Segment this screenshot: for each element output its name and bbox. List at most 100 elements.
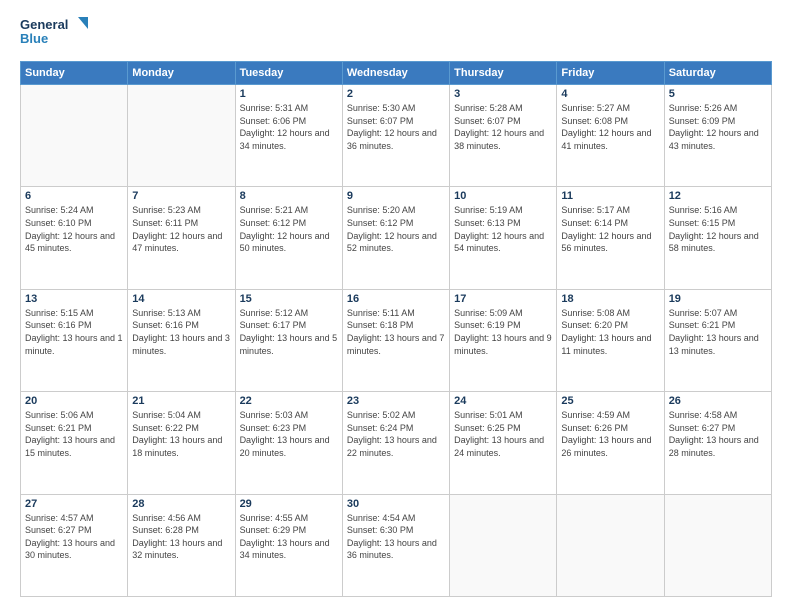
day-info: Sunrise: 5:27 AM Sunset: 6:08 PM Dayligh… xyxy=(561,102,659,152)
calendar-cell: 14 Sunrise: 5:13 AM Sunset: 6:16 PM Dayli… xyxy=(128,289,235,391)
weekday-header-row: SundayMondayTuesdayWednesdayThursdayFrid… xyxy=(21,62,772,85)
svg-text:Blue: Blue xyxy=(20,31,48,46)
day-info: Sunrise: 5:26 AM Sunset: 6:09 PM Dayligh… xyxy=(669,102,767,152)
day-info: Sunrise: 5:24 AM Sunset: 6:10 PM Dayligh… xyxy=(25,204,123,254)
day-number: 23 xyxy=(347,395,445,407)
weekday-header-sunday: Sunday xyxy=(21,62,128,85)
weekday-header-saturday: Saturday xyxy=(664,62,771,85)
calendar-cell: 9 Sunrise: 5:20 AM Sunset: 6:12 PM Daylig… xyxy=(342,187,449,289)
calendar-cell: 3Sunrise: 5:28 AM Sunset: 6:07 PM Daylig… xyxy=(450,85,557,187)
day-info: Sunrise: 4:54 AM Sunset: 6:30 PM Dayligh… xyxy=(347,512,445,562)
svg-text:General: General xyxy=(20,17,68,32)
calendar-cell: 13 Sunrise: 5:15 AM Sunset: 6:16 PM Dayli… xyxy=(21,289,128,391)
day-info: Sunrise: 5:04 AM Sunset: 6:22 PM Dayligh… xyxy=(132,409,230,459)
day-info: Sunrise: 5:06 AM Sunset: 6:21 PM Dayligh… xyxy=(25,409,123,459)
calendar-cell: 17 Sunrise: 5:09 AM Sunset: 6:19 PM Dayli… xyxy=(450,289,557,391)
calendar-cell: 28 Sunrise: 4:56 AM Sunset: 6:28 PM Dayli… xyxy=(128,494,235,596)
weekday-header-friday: Friday xyxy=(557,62,664,85)
day-info: Sunrise: 5:20 AM Sunset: 6:12 PM Dayligh… xyxy=(347,204,445,254)
day-info: Sunrise: 5:09 AM Sunset: 6:19 PM Dayligh… xyxy=(454,307,552,357)
day-info: Sunrise: 5:02 AM Sunset: 6:24 PM Dayligh… xyxy=(347,409,445,459)
day-info: Sunrise: 5:23 AM Sunset: 6:11 PM Dayligh… xyxy=(132,204,230,254)
calendar-cell: 2 Sunrise: 5:30 AM Sunset: 6:07 PM Daylig… xyxy=(342,85,449,187)
calendar-week-row: 27 Sunrise: 4:57 AM Sunset: 6:27 PM Dayli… xyxy=(21,494,772,596)
day-number: 29 xyxy=(240,498,338,510)
calendar-cell: 8 Sunrise: 5:21 AM Sunset: 6:12 PM Daylig… xyxy=(235,187,342,289)
calendar-cell xyxy=(128,85,235,187)
day-number: 13 xyxy=(25,293,123,305)
day-info: Sunrise: 5:31 AM Sunset: 6:06 PM Dayligh… xyxy=(240,102,338,152)
logo: GeneralBlue xyxy=(20,15,100,51)
day-number: 17 xyxy=(454,293,552,305)
day-info: Sunrise: 4:56 AM Sunset: 6:28 PM Dayligh… xyxy=(132,512,230,562)
day-info: Sunrise: 5:13 AM Sunset: 6:16 PM Dayligh… xyxy=(132,307,230,357)
calendar-cell: 15 Sunrise: 5:12 AM Sunset: 6:17 PM Dayli… xyxy=(235,289,342,391)
day-info: Sunrise: 5:16 AM Sunset: 6:15 PM Dayligh… xyxy=(669,204,767,254)
calendar-cell: 26Sunrise: 4:58 AM Sunset: 6:27 PM Dayli… xyxy=(664,392,771,494)
day-number: 19 xyxy=(669,293,767,305)
day-number: 1 xyxy=(240,88,338,100)
day-number: 21 xyxy=(132,395,230,407)
weekday-header-thursday: Thursday xyxy=(450,62,557,85)
calendar-table: SundayMondayTuesdayWednesdayThursdayFrid… xyxy=(20,61,772,597)
day-info: Sunrise: 5:17 AM Sunset: 6:14 PM Dayligh… xyxy=(561,204,659,254)
day-info: Sunrise: 5:15 AM Sunset: 6:16 PM Dayligh… xyxy=(25,307,123,357)
calendar-cell: 7 Sunrise: 5:23 AM Sunset: 6:11 PM Daylig… xyxy=(128,187,235,289)
day-info: Sunrise: 5:30 AM Sunset: 6:07 PM Dayligh… xyxy=(347,102,445,152)
calendar-cell: 12 Sunrise: 5:16 AM Sunset: 6:15 PM Dayli… xyxy=(664,187,771,289)
day-info: Sunrise: 4:57 AM Sunset: 6:27 PM Dayligh… xyxy=(25,512,123,562)
day-number: 30 xyxy=(347,498,445,510)
day-info: Sunrise: 5:21 AM Sunset: 6:12 PM Dayligh… xyxy=(240,204,338,254)
day-info: Sunrise: 5:07 AM Sunset: 6:21 PM Dayligh… xyxy=(669,307,767,357)
day-number: 14 xyxy=(132,293,230,305)
weekday-header-wednesday: Wednesday xyxy=(342,62,449,85)
header: GeneralBlue xyxy=(20,15,772,51)
calendar-cell: 18 Sunrise: 5:08 AM Sunset: 6:20 PM Dayli… xyxy=(557,289,664,391)
day-info: Sunrise: 4:59 AM Sunset: 6:26 PM Dayligh… xyxy=(561,409,659,459)
day-info: Sunrise: 5:12 AM Sunset: 6:17 PM Dayligh… xyxy=(240,307,338,357)
calendar-cell: 1 Sunrise: 5:31 AM Sunset: 6:06 PM Daylig… xyxy=(235,85,342,187)
day-number: 25 xyxy=(561,395,659,407)
calendar-week-row: 20 Sunrise: 5:06 AM Sunset: 6:21 PM Dayli… xyxy=(21,392,772,494)
calendar-week-row: 6 Sunrise: 5:24 AM Sunset: 6:10 PM Daylig… xyxy=(21,187,772,289)
calendar-cell: 25 Sunrise: 4:59 AM Sunset: 6:26 PM Dayli… xyxy=(557,392,664,494)
day-info: Sunrise: 5:01 AM Sunset: 6:25 PM Dayligh… xyxy=(454,409,552,459)
day-number: 27 xyxy=(25,498,123,510)
day-number: 22 xyxy=(240,395,338,407)
calendar-cell: 19 Sunrise: 5:07 AM Sunset: 6:21 PM Dayli… xyxy=(664,289,771,391)
day-number: 24 xyxy=(454,395,552,407)
day-number: 5 xyxy=(669,88,767,100)
calendar-cell: 30 Sunrise: 4:54 AM Sunset: 6:30 PM Dayli… xyxy=(342,494,449,596)
day-number: 10 xyxy=(454,190,552,202)
page: GeneralBlue SundayMondayTuesdayWednesday… xyxy=(0,0,792,612)
calendar-cell xyxy=(664,494,771,596)
calendar-cell: 23 Sunrise: 5:02 AM Sunset: 6:24 PM Dayli… xyxy=(342,392,449,494)
day-number: 20 xyxy=(25,395,123,407)
day-info: Sunrise: 5:03 AM Sunset: 6:23 PM Dayligh… xyxy=(240,409,338,459)
calendar-cell: 27 Sunrise: 4:57 AM Sunset: 6:27 PM Dayli… xyxy=(21,494,128,596)
day-number: 12 xyxy=(669,190,767,202)
day-number: 6 xyxy=(25,190,123,202)
calendar-week-row: 13 Sunrise: 5:15 AM Sunset: 6:16 PM Dayli… xyxy=(21,289,772,391)
calendar-cell: 21 Sunrise: 5:04 AM Sunset: 6:22 PM Dayli… xyxy=(128,392,235,494)
day-number: 2 xyxy=(347,88,445,100)
day-number: 11 xyxy=(561,190,659,202)
day-number: 28 xyxy=(132,498,230,510)
calendar-cell: 6 Sunrise: 5:24 AM Sunset: 6:10 PM Daylig… xyxy=(21,187,128,289)
calendar-cell: 16Sunrise: 5:11 AM Sunset: 6:18 PM Dayli… xyxy=(342,289,449,391)
day-number: 7 xyxy=(132,190,230,202)
day-number: 15 xyxy=(240,293,338,305)
calendar-cell: 24 Sunrise: 5:01 AM Sunset: 6:25 PM Dayli… xyxy=(450,392,557,494)
day-info: Sunrise: 5:08 AM Sunset: 6:20 PM Dayligh… xyxy=(561,307,659,357)
day-number: 26 xyxy=(669,395,767,407)
weekday-header-tuesday: Tuesday xyxy=(235,62,342,85)
weekday-header-monday: Monday xyxy=(128,62,235,85)
day-number: 18 xyxy=(561,293,659,305)
day-number: 3 xyxy=(454,88,552,100)
day-number: 9 xyxy=(347,190,445,202)
day-info: Sunrise: 4:55 AM Sunset: 6:29 PM Dayligh… xyxy=(240,512,338,562)
day-number: 4 xyxy=(561,88,659,100)
day-info: Sunrise: 5:11 AM Sunset: 6:18 PM Dayligh… xyxy=(347,307,445,357)
logo-svg: GeneralBlue xyxy=(20,15,100,51)
day-number: 8 xyxy=(240,190,338,202)
